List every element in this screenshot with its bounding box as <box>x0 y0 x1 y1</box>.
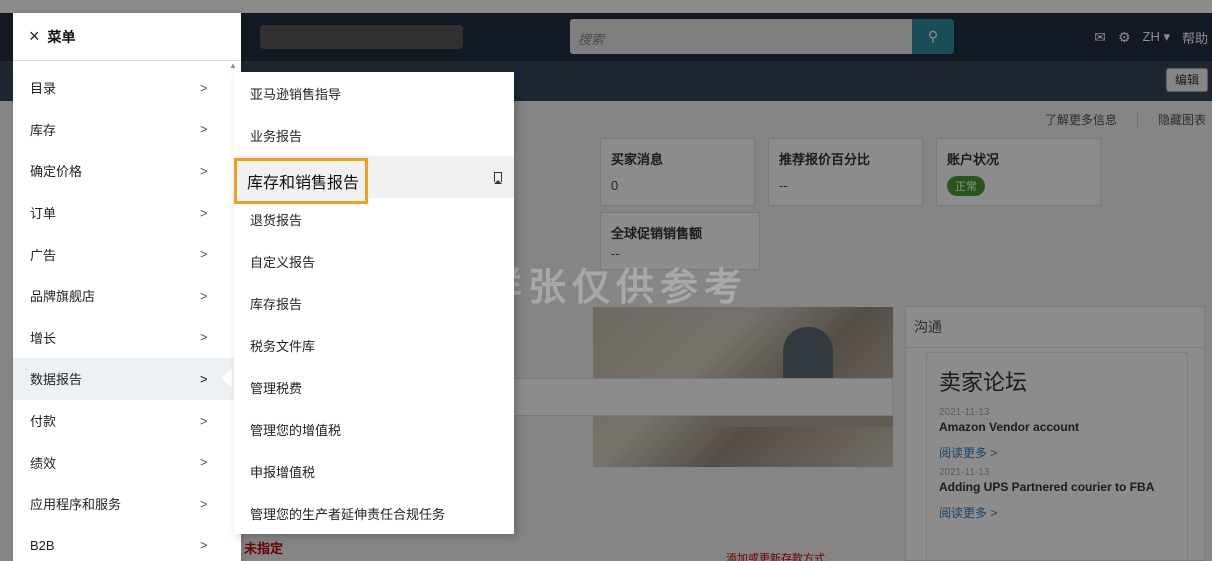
submenu-item-label: 管理您的生产者延伸责任合规任务 <box>250 506 446 522</box>
menu-item-payments[interactable]: 付款 > <box>13 400 241 442</box>
watermark: 样张仅供参考 <box>484 267 749 309</box>
submenu-item-selling-coach[interactable]: 亚马逊销售指导 <box>234 72 514 114</box>
menu-item-label: 绩效 <box>30 455 57 471</box>
menu-item-apps-services[interactable]: 应用程序和服务 > <box>13 483 241 525</box>
menu-item-performance[interactable]: 绩效 > <box>13 441 241 483</box>
highlighted-item-label: 库存和销售报告 <box>247 175 360 192</box>
chevron-right-icon: > <box>200 163 208 179</box>
submenu-item-custom-reports[interactable]: 自定义报告 <box>234 240 514 282</box>
menu-item-label: B2B <box>30 537 55 553</box>
submenu-item-label: 自定义报告 <box>250 254 316 270</box>
menu-item-b2b[interactable]: B2B > <box>13 525 241 561</box>
menu-item-advertising[interactable]: 广告 > <box>13 233 241 275</box>
submenu-item-manage-vat[interactable]: 管理您的增值税 <box>234 408 514 450</box>
submenu-item-return-reports[interactable]: 退货报告 <box>234 198 514 240</box>
chevron-right-icon: > <box>200 371 208 387</box>
chevron-right-icon: > <box>200 537 208 553</box>
submenu-item-inventory-reports[interactable]: 库存报告 <box>234 282 514 324</box>
submenu-item-label: 库存报告 <box>250 296 303 312</box>
menu-item-label: 应用程序和服务 <box>30 497 122 513</box>
menu-item-label: 付款 <box>30 414 57 430</box>
submenu-item-business-reports[interactable]: 业务报告 <box>234 114 514 156</box>
submenu-item-tax-library[interactable]: 税务文件库 <box>234 324 514 366</box>
chevron-right-icon: > <box>200 454 208 470</box>
submenu-pointer <box>222 368 232 388</box>
menu-item-label: 品牌旗舰店 <box>30 289 96 305</box>
bookmark-icon[interactable] <box>494 172 502 184</box>
chevron-right-icon: > <box>200 288 208 304</box>
chevron-right-icon: > <box>200 246 208 262</box>
submenu-item-epr-compliance[interactable]: 管理您的生产者延伸责任合规任务 <box>234 492 514 534</box>
menu-item-orders[interactable]: 订单 > <box>13 192 241 234</box>
reports-submenu: 亚马逊销售指导 业务报告 . 退货报告 自定义报告 库存报告 税务文件库 管理税… <box>234 72 514 534</box>
chevron-right-icon: > <box>200 413 208 429</box>
close-icon[interactable]: × <box>29 26 40 47</box>
menu-item-label: 广告 <box>30 247 57 263</box>
menu-item-stores[interactable]: 品牌旗舰店 > <box>13 275 241 317</box>
chevron-right-icon: > <box>200 205 208 221</box>
menu-header: × 菜单 <box>13 13 241 61</box>
menu-item-label: 增长 <box>30 330 57 346</box>
chevron-right-icon: > <box>200 80 208 96</box>
submenu-item-label: 管理您的增值税 <box>250 422 342 438</box>
submenu-item-manage-tax[interactable]: 管理税费 <box>234 366 514 408</box>
submenu-item-file-vat[interactable]: 申报增值税 <box>234 450 514 492</box>
side-menu: × 菜单 ▲ 目录 > 库存 > 确定价格 > 订单 > 广告 > 品牌旗舰店 > 增长 > … <box>13 13 241 561</box>
menu-item-label: 目录 <box>30 81 57 97</box>
menu-item-label: 确定价格 <box>30 164 83 180</box>
menu-item-reports[interactable]: 数据报告 > <box>13 358 241 400</box>
chevron-right-icon: > <box>200 329 208 345</box>
submenu-item-label: 业务报告 <box>250 128 303 144</box>
menu-item-catalog[interactable]: 目录 > <box>13 67 241 109</box>
menu-item-inventory[interactable]: 库存 > <box>13 109 241 151</box>
menu-item-growth[interactable]: 增长 > <box>13 317 241 359</box>
menu-item-label: 订单 <box>30 206 57 222</box>
menu-item-pricing[interactable]: 确定价格 > <box>13 150 241 192</box>
chevron-right-icon: > <box>200 121 208 137</box>
menu-item-label: 数据报告 <box>30 372 83 388</box>
menu-list: 目录 > 库存 > 确定价格 > 订单 > 广告 > 品牌旗舰店 > 增长 > 数据报告 > 付… <box>13 61 241 561</box>
submenu-item-label: 亚马逊销售指导 <box>250 86 342 102</box>
screen: 搜索 ⚲ ✉ ⚙ ZH ▾ 帮助 编辑 了解更多信息 隐藏图表 买家消息 0 推… <box>0 0 1212 561</box>
submenu-item-label: 管理税费 <box>250 380 303 396</box>
menu-item-label: 库存 <box>30 122 57 138</box>
chevron-right-icon: > <box>200 496 208 512</box>
menu-title: 菜单 <box>47 28 76 45</box>
highlighted-item-box[interactable]: 库存和销售报告 <box>234 158 368 204</box>
submenu-item-label: 申报增值税 <box>250 464 316 480</box>
submenu-item-label: 退货报告 <box>250 212 303 228</box>
submenu-item-label: 税务文件库 <box>250 338 316 354</box>
